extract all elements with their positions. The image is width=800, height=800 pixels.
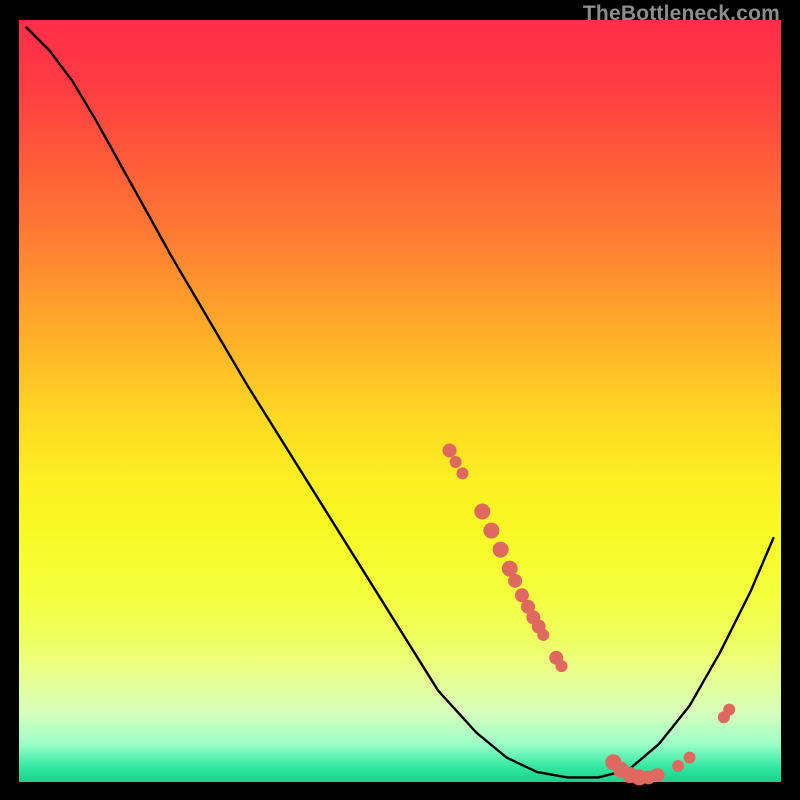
data-marker-2 <box>456 467 468 479</box>
data-markers <box>443 444 736 786</box>
data-marker-20 <box>651 768 665 782</box>
chart-svg <box>19 20 781 782</box>
data-marker-4 <box>483 523 499 539</box>
data-marker-12 <box>537 629 549 641</box>
data-marker-14 <box>556 660 568 672</box>
bottleneck-curve <box>27 28 774 778</box>
data-marker-5 <box>493 542 509 558</box>
chart-root: TheBottleneck.com <box>0 0 800 800</box>
data-marker-24 <box>723 704 735 716</box>
data-marker-22 <box>684 752 696 764</box>
data-marker-0 <box>443 444 457 458</box>
data-marker-7 <box>508 574 522 588</box>
data-marker-21 <box>672 760 684 772</box>
data-marker-3 <box>474 503 490 519</box>
data-marker-1 <box>450 456 462 468</box>
